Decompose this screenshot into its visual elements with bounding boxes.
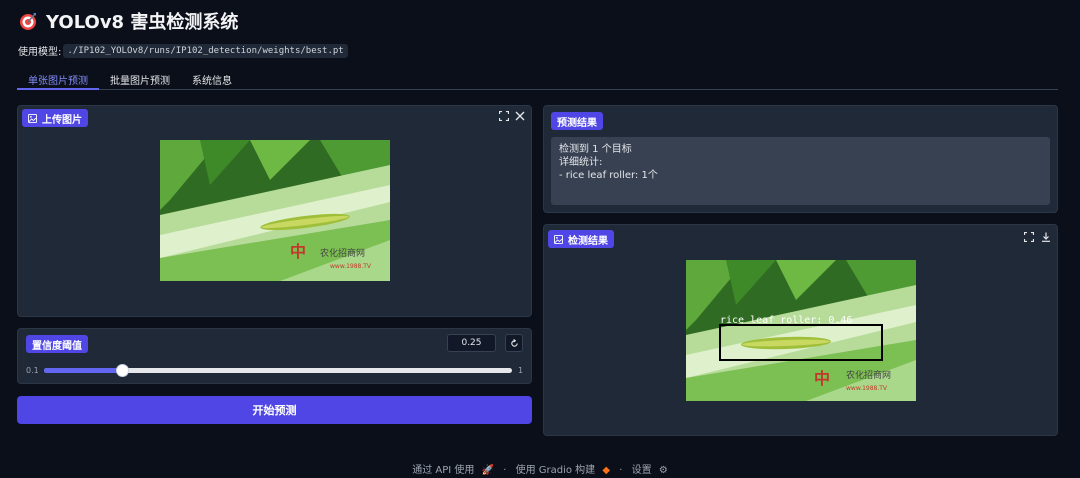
model-path: ./IP102_YOLOv8/runs/IP102_detection/weig… — [63, 43, 348, 58]
target-icon — [20, 13, 36, 30]
uploaded-image: 中 农化招商网 www.1988.TV — [160, 140, 390, 281]
slider-thumb[interactable] — [116, 364, 129, 377]
watermark-text: 农化招商网 — [846, 369, 891, 381]
detection-image: rice leaf roller: 0.46 中 农化招商网 www.1988.… — [686, 260, 916, 401]
watermark-text: 农化招商网 — [320, 247, 365, 259]
app-title: YOLOv8 害虫检测系统 — [18, 8, 238, 34]
gear-icon: ⚙ — [658, 465, 668, 476]
watermark-url: www.1988.TV — [330, 263, 372, 270]
confidence-slider[interactable] — [44, 364, 512, 377]
detection-label: 检测结果 — [548, 230, 614, 248]
tab-bar: 单张图片预测 批量图片预测 系统信息 — [17, 68, 1058, 90]
model-info: 使用模型: ./IP102_YOLOv8/runs/IP102_detectio… — [18, 43, 348, 58]
slider-fill — [44, 368, 122, 373]
footer: 通过 API 使用 🚀 · 使用 Gradio 构建 ◆ · 设置 ⚙ — [410, 465, 670, 476]
watermark-logo: 中 — [814, 369, 830, 388]
gradio-link[interactable]: 使用 Gradio 构建 ◆ — [514, 465, 612, 476]
confidence-value-input[interactable]: 0.25 — [447, 334, 496, 352]
close-icon[interactable] — [513, 109, 527, 123]
gradio-logo-icon: ◆ — [602, 465, 611, 476]
results-label: 预测结果 — [551, 112, 603, 130]
fullscreen-icon[interactable] — [1022, 230, 1036, 244]
model-label: 使用模型: — [18, 47, 62, 58]
tab-system-info[interactable]: 系统信息 — [181, 68, 243, 90]
watermark-logo: 中 — [290, 242, 306, 261]
reset-icon[interactable] — [505, 334, 523, 352]
settings-link[interactable]: 设置 ⚙ — [630, 465, 670, 476]
download-icon[interactable] — [1039, 230, 1053, 244]
results-textbox[interactable]: 检测到 1 个目标 详细统计: - rice leaf roller: 1个 — [551, 137, 1050, 205]
rocket-icon: 🚀 — [481, 465, 495, 476]
slider-min: 0.1 — [26, 366, 39, 375]
slider-max: 1 — [518, 366, 524, 375]
api-link[interactable]: 通过 API 使用 🚀 — [410, 465, 496, 476]
confidence-label: 置信度阈值 — [26, 335, 88, 353]
upload-label: 上传图片 — [22, 109, 88, 127]
watermark-url: www.1988.TV — [846, 385, 888, 392]
image-icon — [554, 234, 563, 244]
detection-box-label: rice leaf roller: 0.46 — [720, 315, 852, 326]
tab-batch-images[interactable]: 批量图片预测 — [99, 68, 181, 90]
page-title: YOLOv8 害虫检测系统 — [46, 12, 239, 33]
fullscreen-icon[interactable] — [497, 109, 511, 123]
image-icon — [28, 113, 37, 123]
predict-button[interactable]: 开始预测 — [17, 396, 532, 424]
tab-single-image[interactable]: 单张图片预测 — [17, 68, 99, 90]
